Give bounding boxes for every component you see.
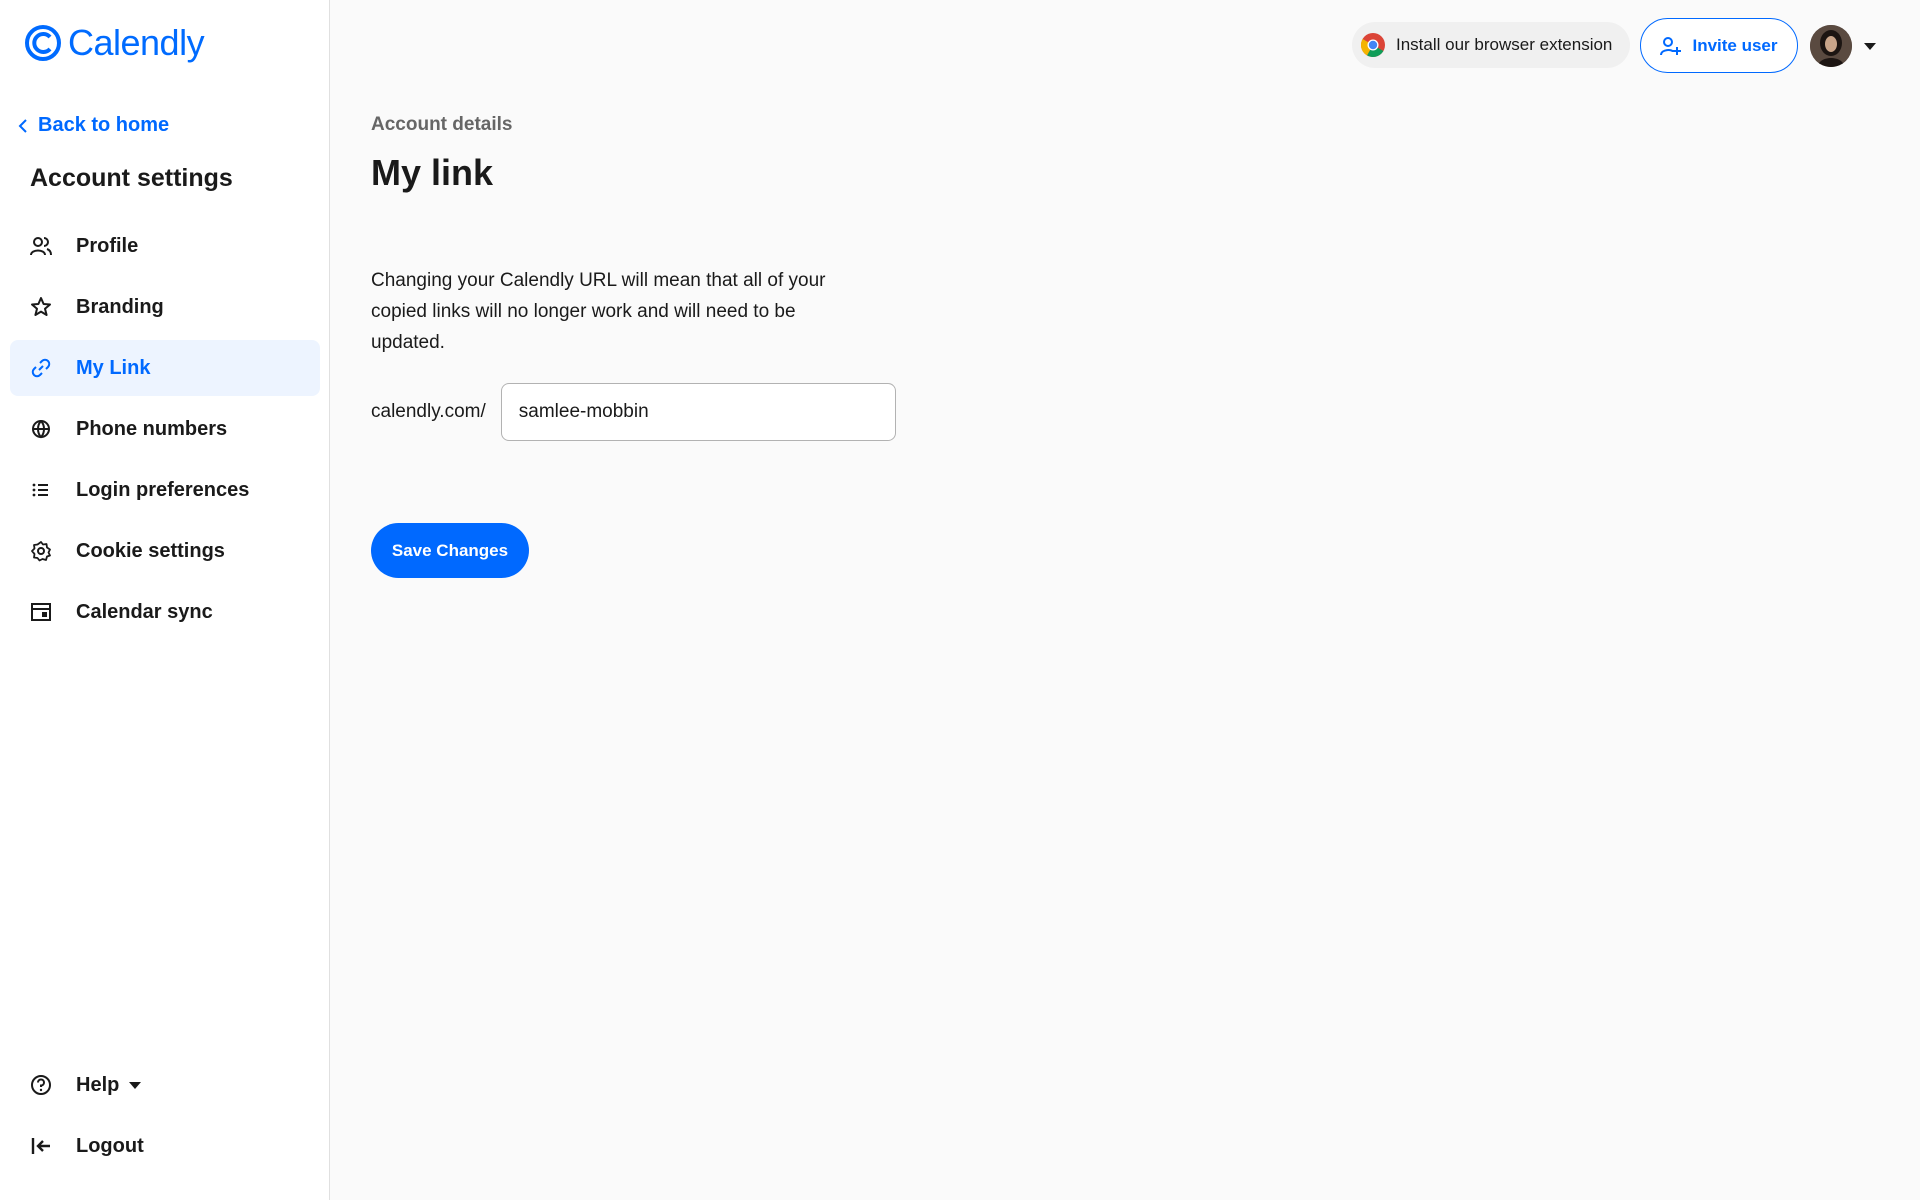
back-to-home-label: Back to home	[38, 114, 170, 136]
chrome-icon	[1360, 33, 1385, 58]
page-title: My link	[371, 152, 494, 193]
back-to-home-link[interactable]: Back to home	[18, 114, 169, 137]
breadcrumb: Account details	[371, 114, 513, 135]
chevron-left-icon	[18, 118, 27, 133]
chevron-down-icon	[1864, 42, 1876, 50]
sidebar-item-label: Branding	[76, 295, 164, 318]
list-icon	[30, 479, 52, 501]
sidebar-item-label: My Link	[76, 356, 151, 379]
calendly-logo-icon	[25, 25, 61, 61]
sidebar-item-profile[interactable]: Profile	[10, 218, 320, 274]
account-menu[interactable]	[1810, 25, 1876, 67]
url-row: calendly.com/	[371, 383, 896, 441]
sidebar-item-help[interactable]: Help	[10, 1056, 320, 1114]
sidebar-item-label: Help	[76, 1073, 120, 1096]
logout-icon	[30, 1135, 52, 1157]
calendar-icon	[30, 601, 52, 623]
settings-nav: Profile Branding My Link Phone numbers L…	[10, 218, 320, 645]
sidebar-item-calendar-sync[interactable]: Calendar sync	[10, 584, 320, 640]
invite-user-button[interactable]: Invite user	[1640, 18, 1798, 73]
globe-icon	[30, 418, 52, 440]
sidebar-item-cookie-settings[interactable]: Cookie settings	[10, 523, 320, 579]
sidebar-bottom-nav: Help Logout	[10, 1056, 320, 1178]
sidebar-item-label: Cookie settings	[76, 539, 225, 562]
sidebar-item-label: Logout	[76, 1134, 144, 1157]
gear-icon	[30, 540, 52, 562]
link-slug-input[interactable]	[500, 383, 896, 441]
sidebar-item-label: Calendar sync	[76, 600, 213, 623]
link-icon	[30, 357, 52, 379]
url-prefix: calendly.com/	[371, 401, 486, 422]
invite-user-label: Invite user	[1692, 35, 1778, 55]
star-icon	[30, 296, 52, 318]
sidebar: Calendly Back to home Account settings P…	[0, 0, 330, 1200]
app: Calendly Back to home Account settings P…	[0, 0, 1920, 1200]
install-extension-button[interactable]: Install our browser extension	[1352, 22, 1630, 68]
sidebar-item-my-link[interactable]: My Link	[10, 340, 320, 396]
avatar	[1810, 25, 1852, 67]
help-icon	[30, 1074, 52, 1096]
sidebar-item-label: Profile	[76, 234, 139, 257]
add-user-icon	[1660, 36, 1682, 55]
sidebar-item-phone-numbers[interactable]: Phone numbers	[10, 401, 320, 457]
sidebar-item-label: Phone numbers	[76, 417, 228, 440]
sidebar-item-branding[interactable]: Branding	[10, 279, 320, 335]
save-changes-button[interactable]: Save Changes	[371, 523, 529, 578]
sidebar-title: Account settings	[30, 164, 233, 192]
install-extension-label: Install our browser extension	[1396, 35, 1613, 54]
calendly-logo[interactable]: Calendly	[24, 22, 205, 64]
url-change-warning: Changing your Calendly URL will mean tha…	[371, 270, 826, 353]
chevron-down-icon	[129, 1081, 142, 1089]
sidebar-item-label: Login preferences	[76, 478, 250, 501]
logo-text: Calendly	[68, 22, 205, 63]
sidebar-item-login-preferences[interactable]: Login preferences	[10, 462, 320, 518]
profile-icon	[30, 235, 52, 257]
sidebar-item-logout[interactable]: Logout	[10, 1117, 320, 1175]
